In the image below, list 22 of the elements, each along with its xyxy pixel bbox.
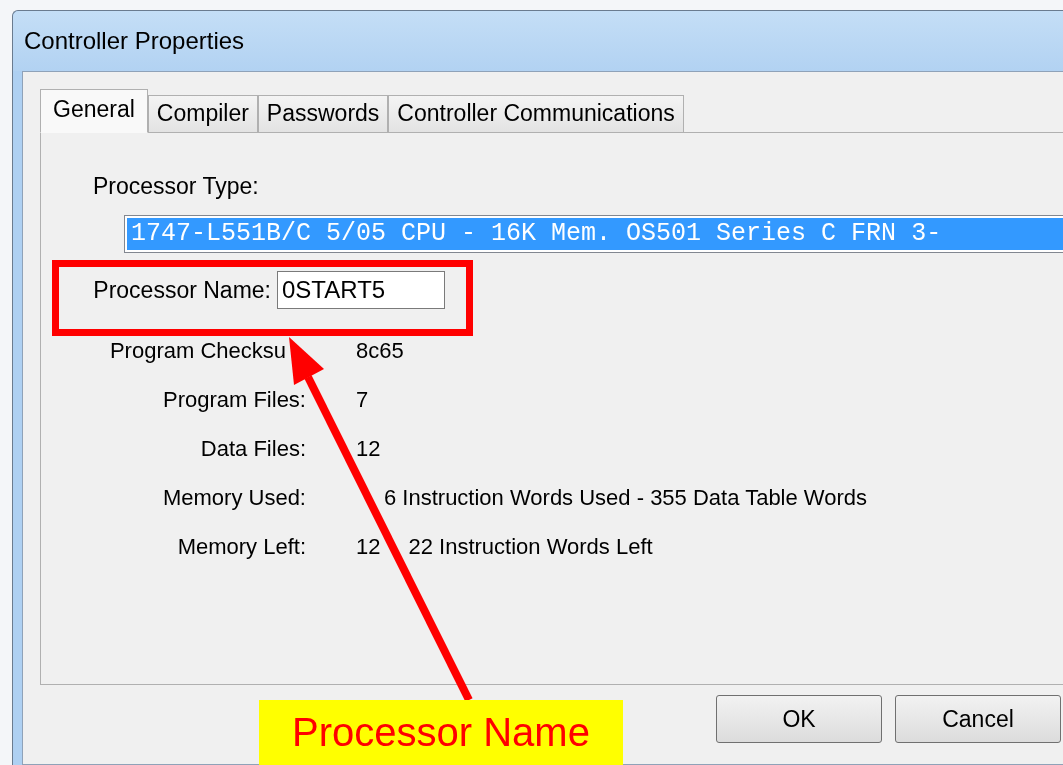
dialog-button[interactable]: OK xyxy=(716,695,882,743)
field-label: Memory Left: xyxy=(177,533,306,560)
field-label: Program Files: xyxy=(162,386,306,413)
tab[interactable]: Passwords xyxy=(257,95,389,132)
field-value: 12 xyxy=(356,435,381,462)
field-value: 7 xyxy=(356,386,369,413)
field-label: Data Files: xyxy=(200,435,306,462)
field-value: 6 Instruction Words Used - 355 Data Table Words xyxy=(384,484,867,511)
field-value: 22 Instruction Words Left xyxy=(408,533,653,560)
window-title: Controller Properties xyxy=(24,27,245,55)
field-value: 12 xyxy=(356,533,381,560)
field-label: Program Checksu xyxy=(109,337,286,364)
tab[interactable]: Compiler xyxy=(147,95,258,132)
dialog-button[interactable]: Cancel xyxy=(895,695,1061,743)
processor-name-field[interactable]: 0START5 xyxy=(277,271,445,309)
tab[interactable]: Controller Communications xyxy=(388,95,684,132)
field-value: 8c65 xyxy=(356,337,404,364)
callout-label: Processor Name xyxy=(259,700,623,765)
field-label: Processor Name: xyxy=(93,277,271,303)
field-label: Processor Type: xyxy=(93,173,260,200)
tab[interactable]: General xyxy=(40,89,148,133)
field-label: Memory Used: xyxy=(162,484,306,511)
